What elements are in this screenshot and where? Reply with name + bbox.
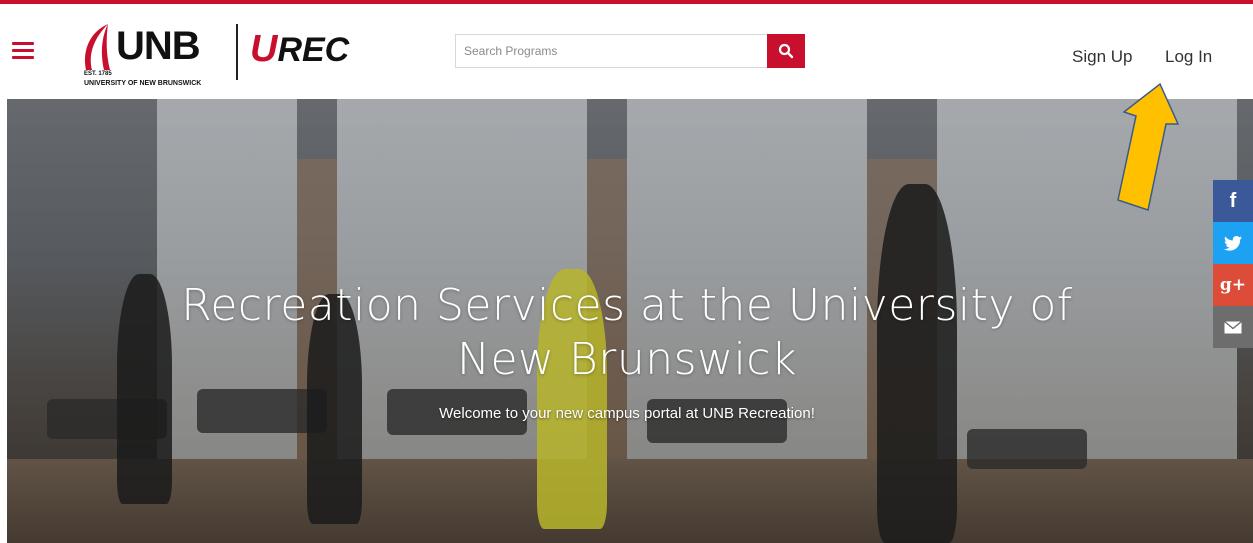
logo-urec-rest: REC <box>277 31 350 69</box>
googleplus-icon: g+ <box>1219 275 1247 295</box>
googleplus-share-button[interactable]: g+ <box>1213 264 1253 306</box>
logo-unb-text: UNB <box>116 24 201 68</box>
log-in-link[interactable]: Log In <box>1165 47 1212 67</box>
twitter-icon <box>1224 235 1242 251</box>
logo-est-text: EST. 1785 <box>84 71 112 77</box>
annotation-arrow-icon <box>1117 82 1180 211</box>
facebook-icon: f <box>1229 189 1237 212</box>
treadmill <box>967 429 1087 469</box>
logo-university-text: UNIVERSITY OF NEW BRUNSWICK <box>84 80 202 87</box>
sign-up-link[interactable]: Sign Up <box>1072 47 1132 67</box>
search-input[interactable] <box>455 34 767 68</box>
logo-urec-text: UREC <box>250 28 349 71</box>
hero-title: Recreation Services at the University of… <box>181 280 1073 385</box>
social-share-bar: f g+ <box>1213 180 1253 348</box>
hero-subtitle: Welcome to your new campus portal at UNB… <box>439 405 815 422</box>
search-icon <box>778 43 794 59</box>
search-bar <box>455 34 805 68</box>
envelope-icon <box>1224 320 1242 333</box>
search-button[interactable] <box>767 34 805 68</box>
email-share-button[interactable] <box>1213 306 1253 348</box>
logo-urec-u: U <box>250 28 278 70</box>
menu-icon[interactable] <box>12 42 34 60</box>
logo-divider <box>236 24 238 80</box>
facebook-share-button[interactable]: f <box>1213 180 1253 222</box>
hero-banner: Recreation Services at the University of… <box>7 99 1253 543</box>
hero-floor <box>7 459 1253 543</box>
site-header: UNB EST. 1785 UNIVERSITY OF NEW BRUNSWIC… <box>0 4 1253 99</box>
twitter-share-button[interactable] <box>1213 222 1253 264</box>
unb-urec-logo[interactable]: UNB EST. 1785 UNIVERSITY OF NEW BRUNSWIC… <box>78 22 378 87</box>
